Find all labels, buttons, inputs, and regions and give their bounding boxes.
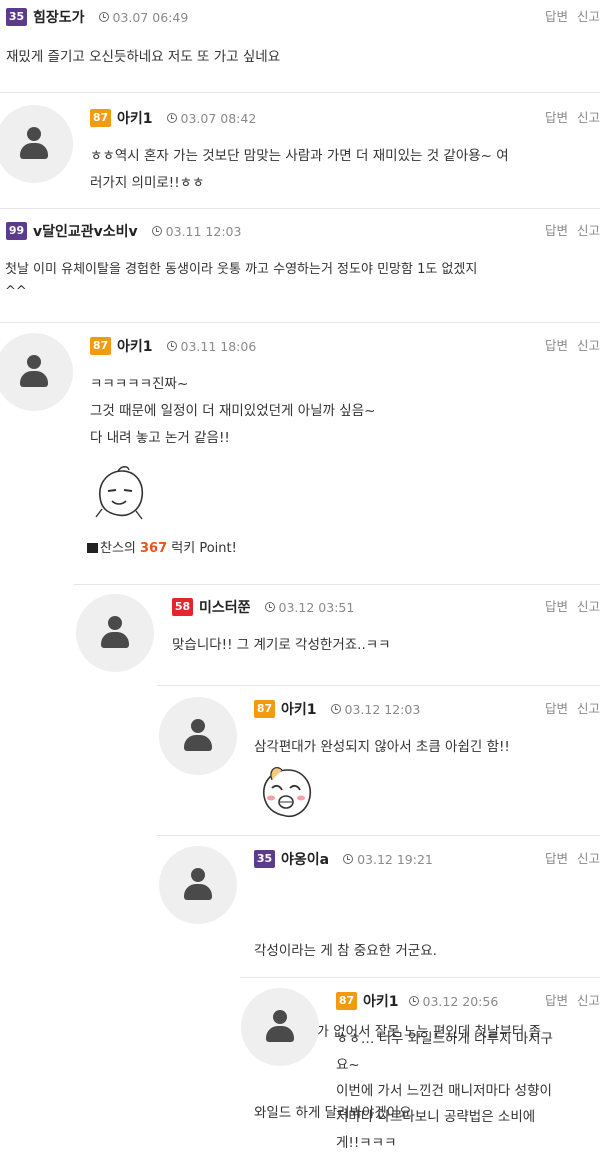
comment-actions: 답변 신고 xyxy=(536,848,600,867)
user-icon xyxy=(20,355,48,389)
clock-icon xyxy=(343,854,354,864)
comment-text: ㅎㅎ… 너무 와일드하게 다루지 마시구 요~ 이번에 가서 느낀건 매니저마다… xyxy=(336,1031,553,1151)
reply-button[interactable]: 답변 xyxy=(545,9,568,24)
avatar[interactable] xyxy=(241,988,319,1066)
user-icon xyxy=(184,719,212,753)
reply-button[interactable]: 답변 xyxy=(545,701,568,716)
comment: 87 아키1 03.12 12:03 답변 신고 삼각편대가 완성되지 않아서 초… xyxy=(254,698,600,828)
comment: 35 야옹이a 03.12 19:21 답변 신고 각성이라는 게 참 중요한 거… xyxy=(254,848,600,1121)
level-badge: 35 xyxy=(254,850,275,868)
avatar[interactable] xyxy=(159,846,237,924)
level-badge: 87 xyxy=(254,700,275,718)
timestamp: 03.07 06:49 xyxy=(98,10,188,25)
comment-header: 87 아키1 03.07 08:42 xyxy=(90,107,600,129)
dumpling-emoticon-icon xyxy=(95,466,144,520)
user-icon xyxy=(20,127,48,161)
gift-icon xyxy=(87,543,98,553)
user-icon xyxy=(266,1010,294,1044)
reply-button[interactable]: 답변 xyxy=(545,338,568,353)
lucky-point: 찬스의 367 럭키 Point! xyxy=(87,537,237,556)
avatar[interactable] xyxy=(0,333,73,411)
timestamp: 03.07 08:42 xyxy=(166,111,256,126)
reply-button[interactable]: 답변 xyxy=(545,851,568,866)
level-badge: 35 xyxy=(6,8,27,26)
comment: 87 아키1 03.11 18:06 답변 신고 ㅋㅋㅋㅋㅋ진짜~ 그것 때문에 … xyxy=(87,335,600,565)
author-name[interactable]: 아키1 xyxy=(117,108,153,128)
timestamp: 03.12 03:51 xyxy=(264,600,354,615)
level-badge: 99 xyxy=(6,222,27,240)
divider xyxy=(240,977,600,978)
report-button[interactable]: 신고 xyxy=(577,338,600,353)
divider xyxy=(0,322,600,323)
comment-actions: 답변 신고 xyxy=(536,6,600,25)
comment-actions: 답변 신고 xyxy=(536,220,600,239)
reply-button[interactable]: 답변 xyxy=(545,110,568,125)
divider xyxy=(0,208,600,209)
comment: 87 아키1 03.07 08:42 답변 신고 ㅎㅎ역시 혼자 가는 것보단 맘… xyxy=(90,107,600,197)
comment-text: 맞습니다!! 그 계기로 각성한거죠..ㅋㅋ xyxy=(172,637,391,653)
level-badge: 87 xyxy=(336,992,357,1010)
divider xyxy=(74,584,600,585)
comment-header: 99 v달인교관v소비v 03.11 12:03 xyxy=(6,220,600,242)
reply-button[interactable]: 답변 xyxy=(545,223,568,238)
timestamp: 03.11 18:06 xyxy=(166,339,256,354)
comment-actions: 답변 신고 xyxy=(536,107,600,126)
clock-icon xyxy=(330,704,341,714)
comment-actions: 답변 신고 xyxy=(536,596,600,615)
level-badge: 58 xyxy=(172,598,193,616)
comment-actions: 답변 신고 xyxy=(536,335,600,354)
divider xyxy=(157,685,600,686)
comment: 87 아키1 03.12 20:56 답변 신고 ㅎㅎ… 너무 와일드하게 다루지… xyxy=(336,990,600,1165)
timestamp: 03.12 20:56 xyxy=(408,994,498,1009)
comment-text: 삼각편대가 완성되지 않아서 초큼 아쉽긴 함!! xyxy=(254,739,510,755)
report-button[interactable]: 신고 xyxy=(577,223,600,238)
clock-icon xyxy=(166,341,177,351)
laughing-dumpling-emoticon-icon xyxy=(263,767,312,818)
avatar[interactable] xyxy=(0,105,73,183)
reply-button[interactable]: 답변 xyxy=(545,993,568,1008)
author-name[interactable]: 아키1 xyxy=(281,699,317,719)
comment: 58 미스터쭌 03.12 03:51 답변 신고 맞습니다!! 그 계기로 각성… xyxy=(172,596,600,666)
clock-icon xyxy=(98,12,109,22)
clock-icon xyxy=(264,602,275,612)
author-name[interactable]: 아키1 xyxy=(363,991,399,1011)
divider xyxy=(157,835,600,836)
comment-header: 87 아키1 03.11 18:06 xyxy=(90,335,600,357)
author-name[interactable]: 미스터쭌 xyxy=(199,597,251,617)
user-icon xyxy=(101,616,129,650)
author-name[interactable]: v달인교관v소비v xyxy=(33,221,138,241)
report-button[interactable]: 신고 xyxy=(577,9,600,24)
comment-text: 재밌게 즐기고 오신듯하네요 저도 또 가고 싶네요 xyxy=(6,49,281,65)
avatar[interactable] xyxy=(159,697,237,775)
report-button[interactable]: 신고 xyxy=(577,701,600,716)
timestamp: 03.12 19:21 xyxy=(343,852,433,867)
comment-text: ㅎㅎ역시 혼자 가는 것보단 맘맞는 사람과 가면 더 재미있는 것 같아용~ … xyxy=(90,148,509,191)
comment: 35 힘장도가 03.07 06:49 답변 신고 재밌게 즐기고 오신듯하네요 … xyxy=(6,6,600,66)
clock-icon xyxy=(151,226,162,236)
divider xyxy=(0,92,600,93)
comment-actions: 답변 신고 xyxy=(536,698,600,717)
comment: 99 v달인교관v소비v 03.11 12:03 답변 신고 첫날 이미 유체이탈… xyxy=(5,220,600,310)
clock-icon xyxy=(166,113,177,123)
comment-actions: 답변 신고 xyxy=(536,990,600,1009)
user-icon xyxy=(184,868,212,902)
level-badge: 87 xyxy=(90,109,111,127)
comment-text: ㅋㅋㅋㅋㅋ진짜~ 그것 때문에 일정이 더 재미있었던게 아닐까 싶음~ 다 내… xyxy=(90,376,376,446)
author-name[interactable]: 야옹이a xyxy=(281,849,329,869)
author-name[interactable]: 아키1 xyxy=(117,336,153,356)
comment-text: 첫날 이미 유체이탈을 경험한 동생이라 웃통 까고 수영하는거 정도야 민망함… xyxy=(5,262,478,299)
report-button[interactable]: 신고 xyxy=(577,110,600,125)
author-name[interactable]: 힘장도가 xyxy=(33,7,85,27)
reply-button[interactable]: 답변 xyxy=(545,599,568,614)
report-button[interactable]: 신고 xyxy=(577,599,600,614)
report-button[interactable]: 신고 xyxy=(577,851,600,866)
avatar[interactable] xyxy=(76,594,154,672)
report-button[interactable]: 신고 xyxy=(577,993,600,1008)
timestamp: 03.12 12:03 xyxy=(330,702,420,717)
level-badge: 87 xyxy=(90,337,111,355)
timestamp: 03.11 12:03 xyxy=(151,224,241,239)
clock-icon xyxy=(408,996,419,1006)
comment-header: 35 힘장도가 03.07 06:49 xyxy=(6,6,600,28)
